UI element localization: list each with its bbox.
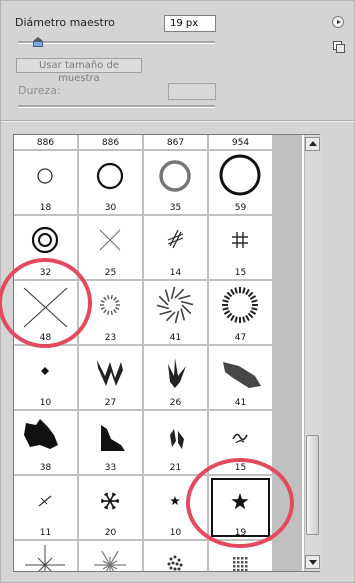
brush-preset-886-partial[interactable]: 886 [14,135,77,149]
brush-preset-867-partial[interactable]: 867 [144,135,207,149]
brush-preset-47-dot-ring-large[interactable]: 47 [209,281,272,344]
brush-preset-18-circle-small[interactable]: 18 [14,151,77,214]
brush-preset-886-partial[interactable]: 886 [79,135,142,149]
hardness-input[interactable] [168,83,216,100]
brush-size-label: 21 [169,463,182,473]
brush-preset-partial-speckle[interactable] [144,541,207,571]
brush-size-label: 10 [169,528,182,538]
brush-preset-grid: 886 886 867 954 18 30 35 59 32 25 14 15 48 23 41 47 10 27… [13,134,320,572]
brush-size-label: 59 [234,203,247,213]
brush-preset-20-snowflake[interactable]: 20 [79,476,142,539]
hardness-label: Dureza: [18,84,61,97]
master-diameter-label: Diámetro maestro [15,16,115,29]
brush-preset-25-cross-thin[interactable]: 25 [79,216,142,279]
brush-preset-partial-grid-dots[interactable] [209,541,272,571]
brush-size-label: 25 [104,268,117,278]
brush-preset-partial-starburst-soft[interactable] [79,541,142,571]
master-diameter-input[interactable]: 19 px [164,15,216,32]
brush-preset-10-diamond[interactable]: 10 [14,346,77,409]
brush-size-label: 26 [169,398,182,408]
brush-preset-954-partial[interactable]: 954 [209,135,272,149]
brush-preset-38-ink-blot[interactable]: 38 [14,411,77,474]
use-sample-size-button[interactable]: Usar tamaño de muestra [16,58,142,84]
master-diameter-slider-thumb[interactable] [32,37,43,47]
brush-size-label: 27 [104,398,117,408]
brush-size-label: 41 [169,333,182,343]
brush-preset-59-circle-large[interactable]: 59 [209,151,272,214]
brush-size-label: 35 [169,203,182,213]
brush-preset-15-squiggle[interactable]: 15 [209,411,272,474]
brush-preset-27-zigzag[interactable]: 27 [79,346,142,409]
brush-preset-26-leaf-splash[interactable]: 26 [144,346,207,409]
brush-size-label: 15 [234,268,247,278]
brush-preset-48-cross-large[interactable]: 48 [14,281,77,344]
new-preset-button[interactable] [333,41,345,53]
brush-size-label: 32 [39,268,52,278]
brush-preset-11-slash[interactable]: 11 [14,476,77,539]
brush-size-label: 11 [39,528,52,538]
brush-size-label: 23 [104,333,117,343]
brush-grid-scrollbar[interactable] [304,135,321,571]
brush-size-label: 18 [39,203,52,213]
brush-preset-23-dot-ring-small[interactable]: 23 [79,281,142,344]
brush-preset-19-star[interactable]: 19 [209,476,272,539]
brush-size-label: 867 [166,138,185,148]
brush-size-label: 19 [234,528,247,538]
brush-preset-41-pinwheel[interactable]: 41 [144,281,207,344]
master-diameter-slider[interactable] [18,41,215,44]
brush-preset-partial-starburst[interactable] [14,541,77,571]
brush-preset-10-star-small[interactable]: 10 [144,476,207,539]
brush-size-label: 38 [39,463,52,473]
brush-preset-15-hatch-grid[interactable]: 15 [209,216,272,279]
scroll-down-button[interactable] [305,555,320,569]
brush-size-label: 47 [234,333,247,343]
brush-size-label: 10 [39,398,52,408]
brush-size-label: 30 [104,203,117,213]
scroll-thumb[interactable] [306,435,319,535]
brush-size-label: 14 [169,268,182,278]
brush-preset-21-leaf-pair[interactable]: 21 [144,411,207,474]
brush-size-label: 33 [104,463,117,473]
brush-preset-33-wedge[interactable]: 33 [79,411,142,474]
brush-preset-41-chalk-stroke[interactable]: 41 [209,346,272,409]
hardness-slider[interactable] [18,105,215,108]
brush-preset-32-double-ring[interactable]: 32 [14,216,77,279]
brush-preset-14-hatch-diagonal[interactable]: 14 [144,216,207,279]
brush-preset-30-circle-medium[interactable]: 30 [79,151,142,214]
brush-size-label: 886 [101,138,120,148]
brush-size-label: 20 [104,528,117,538]
divider [1,120,355,122]
brush-size-label: 48 [39,333,52,343]
brush-size-label: 886 [36,138,55,148]
brush-preset-35-circle-soft[interactable]: 35 [144,151,207,214]
brush-grid-cells: 886 886 867 954 18 30 35 59 32 25 14 15 48 23 41 47 10 27… [14,135,302,571]
brush-preset-panel: Diámetro maestro 19 px Usar tamaño de mu… [0,0,355,583]
scroll-up-button[interactable] [305,137,320,151]
brush-size-label: 41 [234,398,247,408]
brush-size-label: 15 [234,463,247,473]
brush-size-label: 954 [231,138,250,148]
panel-menu-button[interactable] [332,16,344,28]
